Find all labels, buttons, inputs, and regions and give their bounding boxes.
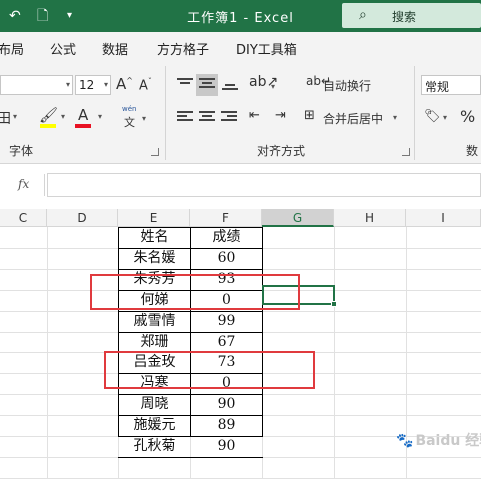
grid-column-line xyxy=(334,227,335,479)
ribbon-separator xyxy=(165,66,166,160)
decrease-indent-icon[interactable]: ⇤ xyxy=(249,108,260,123)
table-cell-score[interactable]: 67 xyxy=(191,332,262,352)
orientation-dropdown-icon[interactable]: ▾ xyxy=(271,82,275,91)
grid-column-line xyxy=(47,227,48,479)
group-font-label: 字体 xyxy=(9,144,34,158)
number-format-value: 常规 xyxy=(425,80,450,94)
align-left-icon[interactable] xyxy=(177,111,193,125)
fill-handle[interactable] xyxy=(331,301,337,307)
ribbon: ▾ 12 ▾ A^ Aˇ 田 ▾ 🖌 ▾ A ▾ wén 文 ▾ 字体 ab↗ … xyxy=(0,60,481,164)
table-border xyxy=(118,457,263,458)
column-header-f[interactable]: F xyxy=(190,209,262,227)
group-number-label: 数 xyxy=(466,144,479,158)
column-header-e[interactable]: E xyxy=(118,209,190,227)
table-cell-score[interactable]: 89 xyxy=(191,415,262,435)
tab-fangfang[interactable]: 方方格子 xyxy=(157,39,209,58)
paw-icon: 🐾 xyxy=(396,433,414,449)
accounting-format-icon[interactable]: 🏷 xyxy=(424,109,441,124)
grow-font-button[interactable]: A^ xyxy=(116,75,133,93)
align-middle-selected[interactable] xyxy=(196,74,218,96)
search-icon: ⌕ xyxy=(359,7,367,23)
tab-layout[interactable]: 布局 xyxy=(0,39,24,58)
ribbon-tabs: 布局 公式 数据 方方格子 DIY工具箱 xyxy=(0,32,481,60)
table-cell-name[interactable]: 郑珊 xyxy=(119,332,190,352)
font-name-dropdown-icon: ▾ xyxy=(65,80,70,89)
header-cell-score[interactable]: 成绩 xyxy=(191,227,262,247)
font-size-select[interactable]: 12 ▾ xyxy=(75,75,111,95)
table-cell-score[interactable]: 99 xyxy=(191,311,262,331)
borders-dropdown-icon[interactable]: ▾ xyxy=(13,112,17,121)
ribbon-separator xyxy=(414,66,415,160)
table-cell-name[interactable]: 施媛元 xyxy=(119,415,190,435)
table-cell-score[interactable]: 90 xyxy=(191,394,262,414)
align-center-icon[interactable] xyxy=(199,111,215,125)
column-header-i[interactable]: I xyxy=(406,209,481,227)
borders-icon[interactable]: 田 xyxy=(0,108,11,128)
column-header-h[interactable]: H xyxy=(334,209,406,227)
table-cell-name[interactable]: 朱名媛 xyxy=(119,248,190,268)
font-color-dropdown-icon[interactable]: ▾ xyxy=(98,112,102,121)
insert-function-icon[interactable]: fx xyxy=(18,177,29,191)
font-dialog-launcher-icon[interactable] xyxy=(151,148,159,156)
column-header-d[interactable]: D xyxy=(47,209,118,227)
tab-diy-toolbox[interactable]: DIY工具箱 xyxy=(236,39,297,58)
group-alignment-label: 对齐方式 xyxy=(257,144,306,158)
table-cell-name[interactable]: 戚雪情 xyxy=(119,311,190,331)
watermark-text: Baidu 经验 xyxy=(415,433,481,449)
align-top-icon[interactable] xyxy=(177,78,193,92)
merge-center-icon: ⊞ xyxy=(304,108,315,123)
align-right-icon[interactable] xyxy=(221,111,237,125)
highlight-box-row-heti xyxy=(90,274,300,310)
accounting-dropdown-icon[interactable]: ▾ xyxy=(443,113,447,122)
formula-input[interactable] xyxy=(47,173,481,197)
wrap-text-button[interactable]: 自动换行 xyxy=(323,77,371,94)
phonetic-dropdown-icon[interactable]: ▾ xyxy=(142,114,146,123)
formula-bar: fx xyxy=(0,164,481,206)
number-format-select[interactable]: 常规 xyxy=(421,75,481,95)
phonetic-guide-button[interactable]: 文 xyxy=(124,114,135,130)
font-name-select[interactable]: ▾ xyxy=(0,75,73,95)
align-middle-icon xyxy=(199,78,215,92)
shrink-font-label: A xyxy=(139,78,148,94)
fill-color-dropdown-icon[interactable]: ▾ xyxy=(61,112,65,121)
table-cell-score[interactable]: 60 xyxy=(191,248,262,268)
tab-data[interactable]: 数据 xyxy=(102,39,128,58)
formula-separator xyxy=(44,174,45,196)
shrink-font-button[interactable]: Aˇ xyxy=(139,77,152,93)
fill-color-swatch xyxy=(40,124,56,128)
table-cell-score[interactable]: 90 xyxy=(191,436,262,456)
alignment-dialog-launcher-icon[interactable] xyxy=(402,148,410,156)
percent-style-button[interactable]: % xyxy=(460,107,475,126)
highlight-box-row-fenghan xyxy=(104,351,315,389)
table-cell-name[interactable]: 周晓 xyxy=(119,394,190,414)
font-size-value: 12 xyxy=(79,78,95,92)
increase-indent-icon[interactable]: ⇥ xyxy=(275,108,286,123)
tab-formulas[interactable]: 公式 xyxy=(50,39,76,58)
merge-dropdown-icon[interactable]: ▾ xyxy=(393,113,397,122)
font-color-swatch xyxy=(75,124,91,128)
fill-color-icon[interactable]: 🖌 xyxy=(39,106,58,124)
column-header-c[interactable]: C xyxy=(0,209,47,227)
font-size-dropdown-icon: ▾ xyxy=(103,80,108,89)
grow-font-label: A xyxy=(116,75,127,93)
column-header-g[interactable]: G xyxy=(262,209,334,227)
merge-center-button[interactable]: 合并后居中 xyxy=(323,110,383,127)
header-cell-name[interactable]: 姓名 xyxy=(119,227,190,247)
title-bar: ↶ 🗋 ▾ 工作簿1 - Excel ⌕ 搜索 xyxy=(0,0,481,32)
baidu-watermark: 🐾Baidu 经验 xyxy=(396,430,481,450)
search-box[interactable]: ⌕ 搜索 xyxy=(342,3,481,28)
phonetic-label: wén xyxy=(122,105,137,113)
table-cell-name[interactable]: 孔秋菊 xyxy=(119,436,190,456)
font-color-icon[interactable]: A xyxy=(78,106,88,124)
align-bottom-icon[interactable] xyxy=(222,80,238,94)
search-label: 搜索 xyxy=(392,10,417,24)
